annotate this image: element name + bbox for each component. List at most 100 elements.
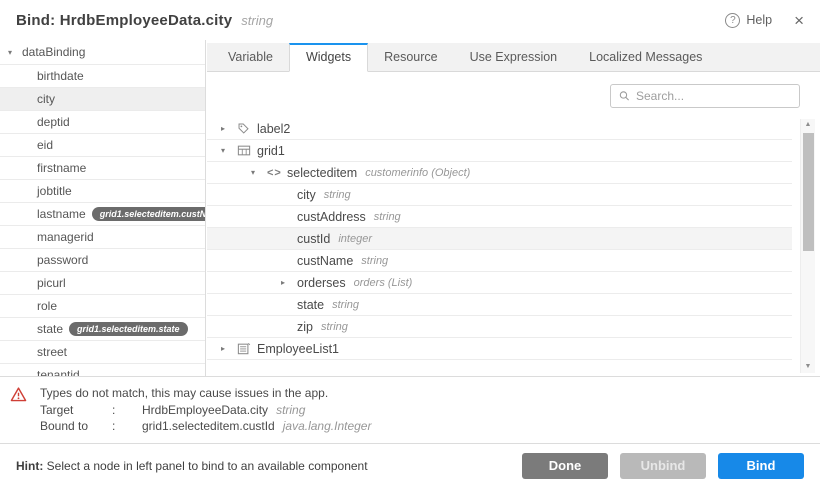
sidebar-item-managerid[interactable]: managerid [0, 226, 205, 249]
sidebar-item-lastname[interactable]: lastnamegrid1.selecteditem.custNam [0, 203, 205, 226]
close-icon[interactable]: × [794, 12, 804, 29]
tree-node-orderses[interactable]: ▸orderses orders (List) [207, 272, 792, 294]
sidebar-root-label: dataBinding [22, 45, 85, 59]
search-row [207, 84, 820, 108]
warning-bound-row: Bound to : grid1.selecteditem.custId jav… [40, 418, 371, 435]
sidebar-item-label: lastname [37, 207, 86, 221]
bind-button[interactable]: Bind [718, 453, 804, 479]
warning-message: Types do not match, this may cause issue… [40, 385, 371, 402]
chevron-right-icon[interactable]: ▸ [221, 344, 237, 353]
tree-node-label: custAddress [297, 210, 366, 224]
tab-widgets[interactable]: Widgets [289, 43, 368, 72]
chevron-down-icon[interactable]: ▾ [8, 48, 22, 57]
sidebar-item-state[interactable]: state grid1.selecteditem.state [0, 318, 205, 341]
scrollbar[interactable]: ▲ ▼ [800, 119, 815, 373]
chevron-right-icon[interactable]: ▸ [281, 278, 297, 287]
sidebar-item-password[interactable]: password [0, 249, 205, 272]
tree-node-label: orderses [297, 276, 346, 290]
grid-icon [237, 144, 257, 157]
bound-to-label: Bound to [40, 418, 112, 435]
sidebar-item-label: birthdate [37, 69, 84, 83]
sidebar-item-label: state [37, 322, 63, 336]
search-input[interactable] [636, 89, 791, 103]
scroll-up-icon[interactable]: ▲ [801, 119, 815, 131]
chevron-down-icon[interactable]: ▾ [251, 168, 267, 177]
sidebar-item-tenantid[interactable]: tenantid [0, 364, 205, 376]
tree-node-type: orders (List) [354, 277, 413, 289]
sidebar-item-eid[interactable]: eid [0, 134, 205, 157]
tree-node-label: selecteditem [287, 166, 357, 180]
tree-node-zip[interactable]: zipstring [207, 316, 792, 338]
sidebar-item-label: tenantid [37, 368, 80, 376]
sidebar-item-label: firstname [37, 161, 86, 175]
bound-to-value: grid1.selecteditem.custId [142, 418, 275, 435]
tree-node-type: string [374, 211, 401, 223]
tab-resource[interactable]: Resource [368, 43, 454, 71]
search-icon [619, 90, 630, 102]
tree-node-type: string [324, 189, 351, 201]
sidebar-item-label: managerid [37, 230, 94, 244]
tab-localized-messages[interactable]: Localized Messages [573, 43, 718, 71]
tree-node-type: string [321, 321, 348, 333]
tree-node-label: state [297, 298, 324, 312]
sidebar-item-label: picurl [37, 276, 66, 290]
tree-node-city[interactable]: citystring [207, 184, 792, 206]
sidebar-item-label: password [37, 253, 88, 267]
sidebar-item-jobtitle[interactable]: jobtitle [0, 180, 205, 203]
tab-bar: VariableWidgetsResourceUse ExpressionLoc… [207, 43, 820, 72]
tree-node-label: label2 [257, 122, 290, 136]
tree-node-label: custId [297, 232, 330, 246]
sidebar-item-label: role [37, 299, 57, 313]
tree-node-custid[interactable]: custId integer [207, 228, 792, 250]
sidebar-item-birthdate[interactable]: birthdate [0, 65, 205, 88]
sidebar-items: birthdatecitydeptideidfirstnamejobtitlel… [0, 65, 205, 376]
tree-node-label: grid1 [257, 144, 285, 158]
tree-node-grid1[interactable]: ▾ grid1 [207, 140, 792, 162]
dialog-title: Bind: HrdbEmployeeData.city [16, 12, 232, 29]
tab-variable[interactable]: Variable [212, 43, 289, 71]
sidebar-item-label: eid [37, 138, 53, 152]
tree-node-custname[interactable]: custName string [207, 250, 792, 272]
sidebar-root-databinding[interactable]: ▾ dataBinding [0, 40, 205, 65]
chevron-down-icon[interactable]: ▾ [221, 146, 237, 155]
unbind-button[interactable]: Unbind [620, 453, 706, 479]
target-value: HrdbEmployeeData.city [142, 402, 268, 419]
tree-node-type: integer [338, 233, 372, 245]
target-type: string [276, 402, 305, 419]
tab-use-expression[interactable]: Use Expression [454, 43, 574, 71]
widget-tree: ▸ label2 ▾ grid1 ▾<>selecteditemcustomerinfo… [207, 118, 792, 360]
sidebar-item-firstname[interactable]: firstname [0, 157, 205, 180]
hint-text: Hint: Select a node in left panel to bin… [16, 459, 368, 473]
binding-fields-panel: ▾ dataBinding birthdate city deptid eid firs… [0, 40, 206, 376]
bound-to-type: java.lang.Integer [283, 418, 372, 435]
sidebar-item-label: deptid [37, 115, 70, 129]
scrollbar-thumb[interactable] [803, 133, 814, 251]
help-button[interactable]: ? Help [725, 13, 772, 28]
target-label: Target [40, 402, 112, 419]
tree-node-label: custName [297, 254, 353, 268]
help-label: Help [746, 13, 772, 27]
tree-node-employeelist1[interactable]: ▸EmployeeList1 [207, 338, 792, 360]
sidebar-item-deptid[interactable]: deptid [0, 111, 205, 134]
sidebar-item-label: street [37, 345, 67, 359]
tag-icon [237, 122, 257, 135]
warning-icon [10, 385, 40, 443]
tree-node-label2[interactable]: ▸ label2 [207, 118, 792, 140]
search-box [610, 84, 800, 108]
sidebar-item-street[interactable]: street [0, 341, 205, 364]
help-icon: ? [725, 13, 740, 28]
binding-badge: grid1.selecteditem.state [69, 322, 188, 336]
bind-dialog: Bind: HrdbEmployeeData.city string ? Hel… [0, 0, 820, 488]
sidebar-item-picurl[interactable]: picurl [0, 272, 205, 295]
chevron-right-icon[interactable]: ▸ [221, 124, 237, 133]
scroll-down-icon[interactable]: ▼ [801, 361, 815, 373]
tree-node-selecteditem[interactable]: ▾<>selecteditemcustomerinfo (Object) [207, 162, 792, 184]
tree-node-custaddress[interactable]: custAddress string [207, 206, 792, 228]
tree-node-type: string [361, 255, 388, 267]
sidebar-item-label: city [37, 92, 55, 106]
tree-node-type: string [332, 299, 359, 311]
done-button[interactable]: Done [522, 453, 608, 479]
tree-node-state[interactable]: state string [207, 294, 792, 316]
sidebar-item-city[interactable]: city [0, 88, 205, 111]
sidebar-item-role[interactable]: role [0, 295, 205, 318]
